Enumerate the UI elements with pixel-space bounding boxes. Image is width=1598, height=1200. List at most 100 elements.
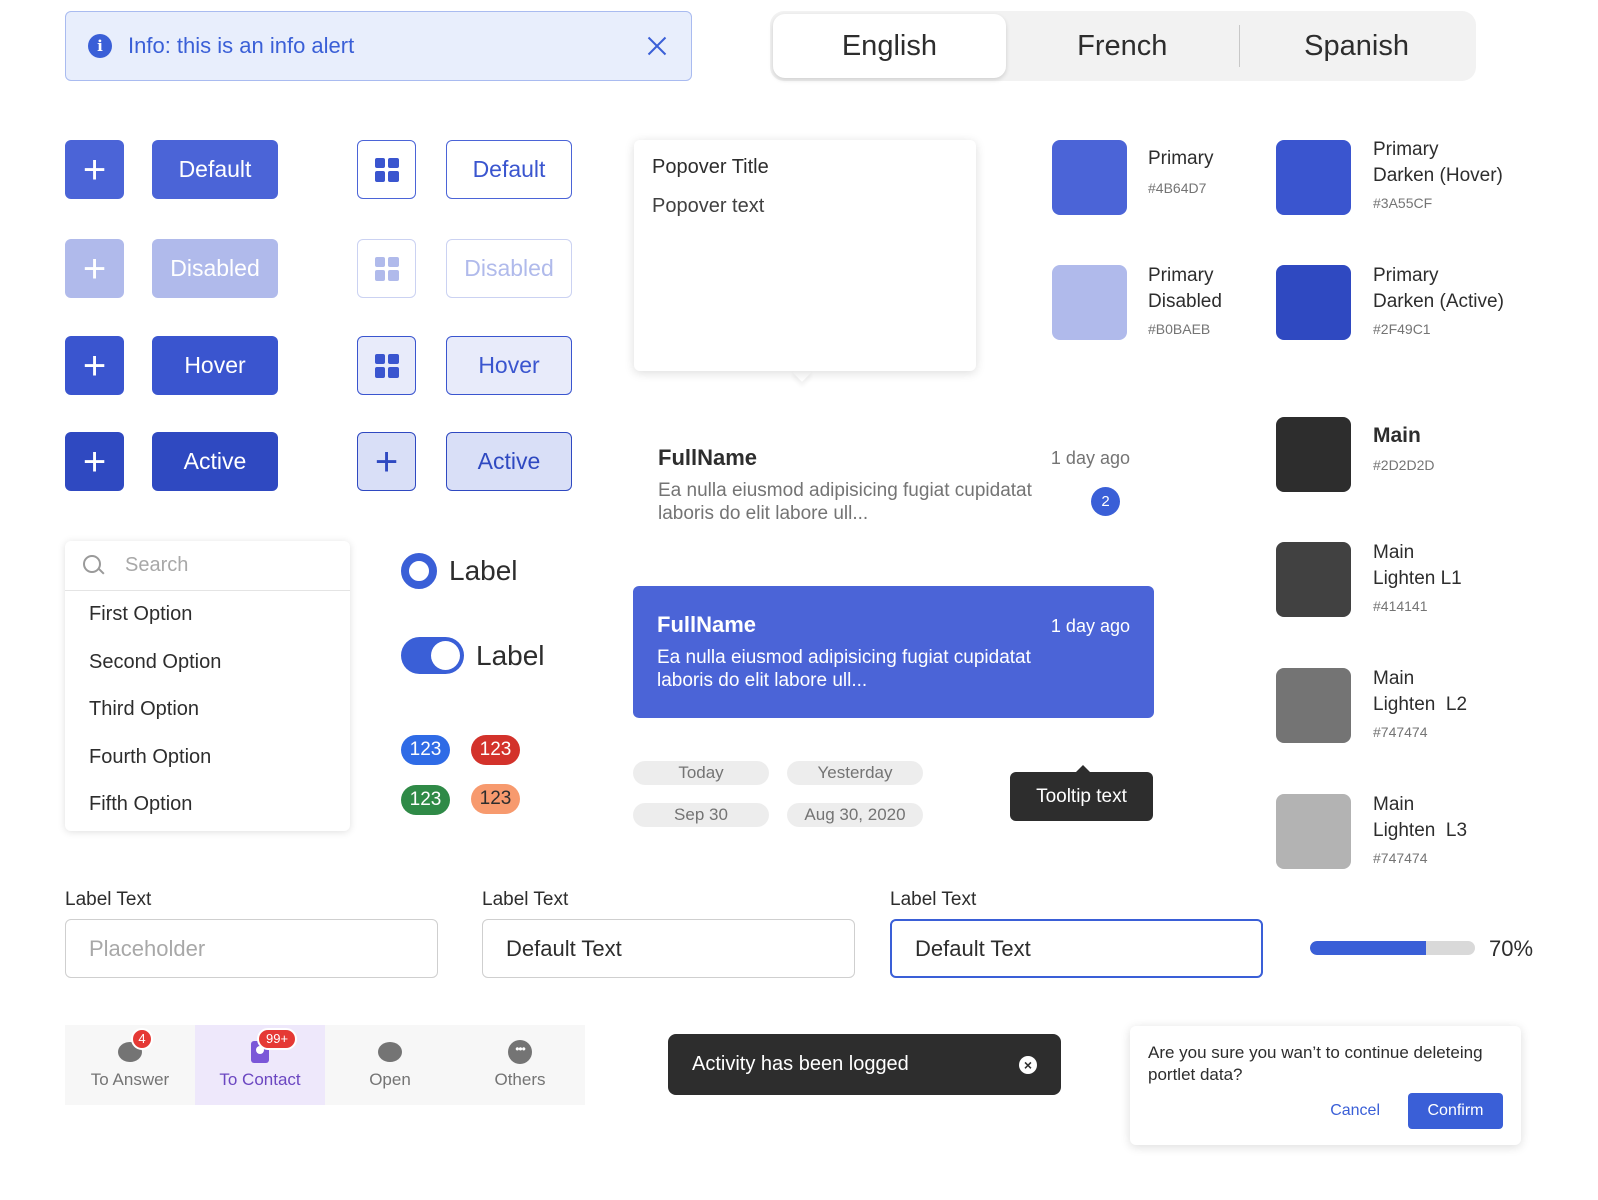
swatch-label: Primary xyxy=(1148,265,1214,286)
dropdown-option[interactable]: First Option xyxy=(65,591,350,639)
tab-to-answer[interactable]: 4 To Answer xyxy=(65,1025,195,1105)
count-badge-orange: 123 xyxy=(471,784,520,814)
swatch-label: Primary xyxy=(1148,148,1214,169)
text-field-filled[interactable] xyxy=(482,919,855,978)
grid-button-disabled[interactable] xyxy=(357,239,416,298)
active-button[interactable]: Active xyxy=(152,432,278,491)
popover-title: Popover Title xyxy=(652,156,769,178)
toast-notification: Activity has been logged × xyxy=(668,1034,1061,1095)
bottom-tab-bar: 4 To Answer 99+ To Contact Open ••• Othe… xyxy=(65,1025,585,1105)
plus-icon: + xyxy=(82,439,107,484)
search-input[interactable] xyxy=(125,554,325,577)
dropdown-option[interactable]: Third Option xyxy=(65,686,350,734)
swatch-main xyxy=(1276,417,1351,492)
swatch-hex: #3A55CF xyxy=(1373,195,1433,211)
swatch-label: Main xyxy=(1373,424,1421,447)
date-chip: Today xyxy=(633,761,769,785)
swatch-label-line2: Disabled xyxy=(1148,291,1222,312)
tab-badge: 4 xyxy=(131,1027,153,1050)
swatch-label-line2: Darken (Hover) xyxy=(1373,165,1503,186)
dialog-actions: Cancel Confirm xyxy=(1330,1093,1503,1129)
add-button-active[interactable]: + xyxy=(65,432,124,491)
popover: Popover Title Popover text xyxy=(634,140,976,371)
swatch-main-l3 xyxy=(1276,794,1351,869)
message-snippet: Ea nulla eiusmod adipisicing fugiat cupi… xyxy=(658,480,1032,524)
add-button-disabled[interactable]: + xyxy=(65,239,124,298)
cancel-button[interactable]: Cancel xyxy=(1330,1102,1380,1120)
info-alert: i Info: this is an info alert xyxy=(65,11,692,81)
radio-option[interactable]: Label xyxy=(401,553,518,589)
message-item-selected[interactable]: FullName 1 day ago Ea nulla eiusmod adip… xyxy=(633,586,1154,718)
swatch-hex: #2F49C1 xyxy=(1373,321,1431,337)
swatch-hex: #414141 xyxy=(1373,598,1428,614)
close-icon[interactable] xyxy=(645,34,669,58)
popover-text: Popover text xyxy=(652,195,765,217)
progress-value: 70% xyxy=(1489,936,1534,961)
tab-others[interactable]: ••• Others xyxy=(455,1025,585,1105)
confirm-button[interactable]: Confirm xyxy=(1408,1093,1503,1129)
plus-icon: + xyxy=(82,343,107,388)
dialog-message: Are you sure you wan’t to continue delet… xyxy=(1148,1043,1483,1084)
tab-label: Others xyxy=(494,1069,546,1089)
message-item[interactable]: FullName 1 day ago Ea nulla eiusmod adip… xyxy=(658,445,1130,525)
search-icon xyxy=(83,554,105,577)
swatch-main-info: Main #2D2D2D xyxy=(1373,423,1434,473)
default-button[interactable]: Default xyxy=(152,140,278,199)
dropdown-option[interactable]: Fifth Option xyxy=(65,781,350,829)
field-label: Label Text xyxy=(65,889,152,910)
grid-button-default[interactable] xyxy=(357,140,416,199)
segment-english[interactable]: English xyxy=(773,14,1006,78)
close-icon[interactable]: × xyxy=(1019,1055,1037,1074)
tab-open[interactable]: Open xyxy=(325,1025,455,1105)
progress-bar xyxy=(1310,941,1475,955)
radio-button[interactable] xyxy=(401,553,437,589)
toggle-option[interactable]: Label xyxy=(401,637,545,674)
grid-icon xyxy=(374,353,399,378)
swatch-primary-disabled-info: Primary Disabled #B0BAEB xyxy=(1148,263,1222,337)
hover-button[interactable]: Hover xyxy=(152,336,278,395)
message-snippet: Ea nulla eiusmod adipisicing fugiat cupi… xyxy=(657,647,1031,691)
add-button-hover[interactable]: + xyxy=(65,336,124,395)
add-outline-button-active[interactable]: + xyxy=(357,432,416,491)
swatch-label: Main xyxy=(1373,794,1415,815)
outline-default-button[interactable]: Default xyxy=(446,140,572,199)
count-badge-red: 123 xyxy=(471,735,520,765)
tab-label: To Answer xyxy=(90,1069,170,1089)
text-field-focused[interactable] xyxy=(890,919,1263,978)
swatch-label-line2: Darken (Active) xyxy=(1373,291,1504,312)
swatch-hex: #2D2D2D xyxy=(1373,457,1435,473)
progress-fill xyxy=(1310,941,1426,955)
confirm-dialog: Are you sure you wan’t to continue delet… xyxy=(1130,1026,1521,1145)
tab-to-contact[interactable]: 99+ To Contact xyxy=(195,1025,325,1105)
swatch-main-l2-info: Main Lighten L2 #747474 xyxy=(1373,666,1467,740)
dropdown-option[interactable]: Fourth Option xyxy=(65,734,350,782)
segment-spanish[interactable]: Spanish xyxy=(1240,14,1473,78)
plus-icon: + xyxy=(82,246,107,291)
segment-french[interactable]: French xyxy=(1006,14,1239,78)
tooltip: Tooltip text xyxy=(1010,772,1153,821)
count-badge-green: 123 xyxy=(401,785,450,815)
text-field-empty[interactable] xyxy=(65,919,438,978)
outline-hover-button[interactable]: Hover xyxy=(446,336,572,395)
swatch-hex: #B0BAEB xyxy=(1148,321,1211,337)
tab-label: Open xyxy=(369,1069,411,1089)
plus-icon: + xyxy=(82,147,107,192)
toggle-switch[interactable] xyxy=(401,637,464,674)
outline-active-button[interactable]: Active xyxy=(446,432,572,491)
plus-icon: + xyxy=(374,439,399,484)
add-button-default[interactable]: + xyxy=(65,140,124,199)
disabled-button[interactable]: Disabled xyxy=(152,239,278,298)
search-dropdown: First Option Second Option Third Option … xyxy=(65,541,350,831)
swatch-primary-hover xyxy=(1276,140,1351,215)
grid-button-hover[interactable] xyxy=(357,336,416,395)
swatch-primary-hover-info: Primary Darken (Hover) #3A55CF xyxy=(1373,137,1503,211)
swatch-main-l1 xyxy=(1276,542,1351,617)
swatch-label-line2: Lighten L1 xyxy=(1373,568,1462,589)
swatch-main-l2 xyxy=(1276,668,1351,743)
open-chat-icon xyxy=(377,1041,403,1063)
dropdown-option[interactable]: Second Option xyxy=(65,639,350,687)
field-label: Label Text xyxy=(890,889,977,910)
swatch-label-line2: Lighten L2 xyxy=(1373,694,1468,715)
count-badge-blue: 123 xyxy=(401,735,450,765)
outline-disabled-button[interactable]: Disabled xyxy=(446,239,572,298)
